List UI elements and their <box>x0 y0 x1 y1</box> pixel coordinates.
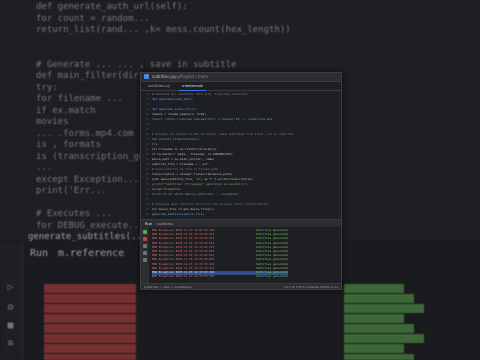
background-code-line: # Generate ... ... , save in subtitle <box>36 59 237 70</box>
background-code-line: try: <box>36 82 58 93</box>
background-success-row <box>344 304 424 313</box>
status-bar: pyPlaylist > main > subtitles.py 24:1 LF… <box>141 283 341 289</box>
background-code-line: # Executes ... <box>36 209 112 219</box>
background-code-line: def generate_auth_url(self): <box>36 2 188 12</box>
play-icon[interactable]: ▷ <box>5 282 16 293</box>
background-code-line: print('Err... <box>36 186 107 196</box>
background-success-row <box>344 284 404 293</box>
status-info[interactable]: 24:1 LF UTF-8 4 spaces Python 3.11 <box>284 284 338 289</box>
background-code-line: return_list(rand... ,k= mess.count(hex_l… <box>36 25 291 35</box>
background-success-row <box>344 344 404 353</box>
run-side-toolbar <box>141 227 149 283</box>
code-line[interactable]: def generate(code_text): <box>152 97 194 102</box>
background-error-row <box>44 294 136 303</box>
background-error-row <box>44 284 136 293</box>
background-run-config[interactable]: m.reference <box>58 248 124 259</box>
background-code-line: for filename ... <box>36 94 123 104</box>
run-tab-label[interactable]: Run <box>145 220 152 227</box>
title-bar: subtitles.py pyPlaylist / main <box>141 73 341 82</box>
console-success-text: Subtitles generated <box>254 261 288 266</box>
background-success-row <box>344 354 414 360</box>
background-error-row <box>44 354 136 360</box>
print-icon[interactable] <box>143 251 147 255</box>
stop-icon[interactable]: ■ <box>5 320 16 331</box>
background-code-line: ... .forms.mp4.com <box>36 128 134 139</box>
code-line[interactable]: def extract_file(directory): <box>152 137 201 142</box>
background-breadcrumb: generate_subtitles(...) <box>28 232 153 242</box>
code-line[interactable]: print('Error while making subtitles: ', … <box>152 192 239 197</box>
line-number: 36 <box>145 212 149 216</box>
background-error-row <box>44 334 136 343</box>
run-config-label[interactable]: subtitles <box>157 220 173 227</box>
background-success-row <box>344 314 404 323</box>
console-success-text: Subtitles generated <box>254 257 288 262</box>
background-error-row <box>44 324 136 333</box>
background-error-row <box>44 314 136 323</box>
background-success-row <box>344 334 424 343</box>
console-line[interactable]: ERR Exception 2023-11-23 12:43:23.455 Su… <box>152 274 288 279</box>
background-run-tab-label[interactable]: Run <box>30 248 48 259</box>
editor-tabs: subtitles.py mediamain <box>141 82 341 91</box>
code-line[interactable]: return 'https://youtube.com/watch?v=' + … <box>152 117 274 122</box>
console-success-text: Subtitles generated <box>254 274 288 279</box>
background-run-toolbar: ▷ ⚙ ■ ≡ <box>0 242 23 360</box>
status-breadcrumb[interactable]: pyPlaylist > main > subtitles.py <box>144 284 192 289</box>
background-code-line: ... <box>36 163 53 173</box>
background-error-row <box>44 304 136 313</box>
rerun-icon[interactable] <box>143 230 147 234</box>
background-success-row <box>344 324 414 333</box>
app-logo-icon <box>144 74 149 79</box>
tab-subtitles[interactable]: subtitles.py <box>145 82 173 90</box>
console-success-text: Subtitles generated <box>254 240 288 245</box>
code-line[interactable]: generate_subtitles(movie_file) <box>152 212 204 217</box>
ide-window: subtitles.py pyPlaylist / main subtitles… <box>140 72 342 290</box>
console-error-text: ERR Exception 2023-11-23 12:43:23.455 <box>152 274 215 279</box>
background-code-line: except Exception... <box>36 174 139 185</box>
line-number-gutter: 12 13 14 15 16 17 18 19 20 21 22 23 24 25 26 27 28 29 30 31… <box>141 91 150 219</box>
background-code-line: for count = random... <box>36 13 150 24</box>
window-title: subtitles.py <box>152 74 176 79</box>
background-success-row <box>344 294 414 303</box>
background-code-line: movies <box>36 117 69 127</box>
trash-icon[interactable] <box>143 258 147 262</box>
run-tool-header: Run subtitles <box>141 219 341 227</box>
background-code-line: is , formats <box>36 140 102 150</box>
scroll-icon[interactable] <box>143 244 147 248</box>
background-code-line: if ex.match <box>36 105 96 116</box>
run-console[interactable]: ERR Exception 2023-11-23 12:43:22.333 Su… <box>141 227 341 283</box>
project-path[interactable]: pyPlaylist / main <box>175 73 208 81</box>
tab-mediamain[interactable]: mediamain <box>179 82 207 91</box>
console-success-text: Subtitles generated <box>254 236 288 241</box>
background-error-row <box>44 344 136 353</box>
background-code-line: for DEBUG_execute... <box>36 220 145 231</box>
code-editor[interactable]: # Generate all subtitles into list, tran… <box>152 91 338 219</box>
wrench-icon[interactable]: ⚙ <box>5 302 16 313</box>
layers-icon[interactable]: ≡ <box>5 338 16 349</box>
stop-icon[interactable] <box>143 237 147 241</box>
